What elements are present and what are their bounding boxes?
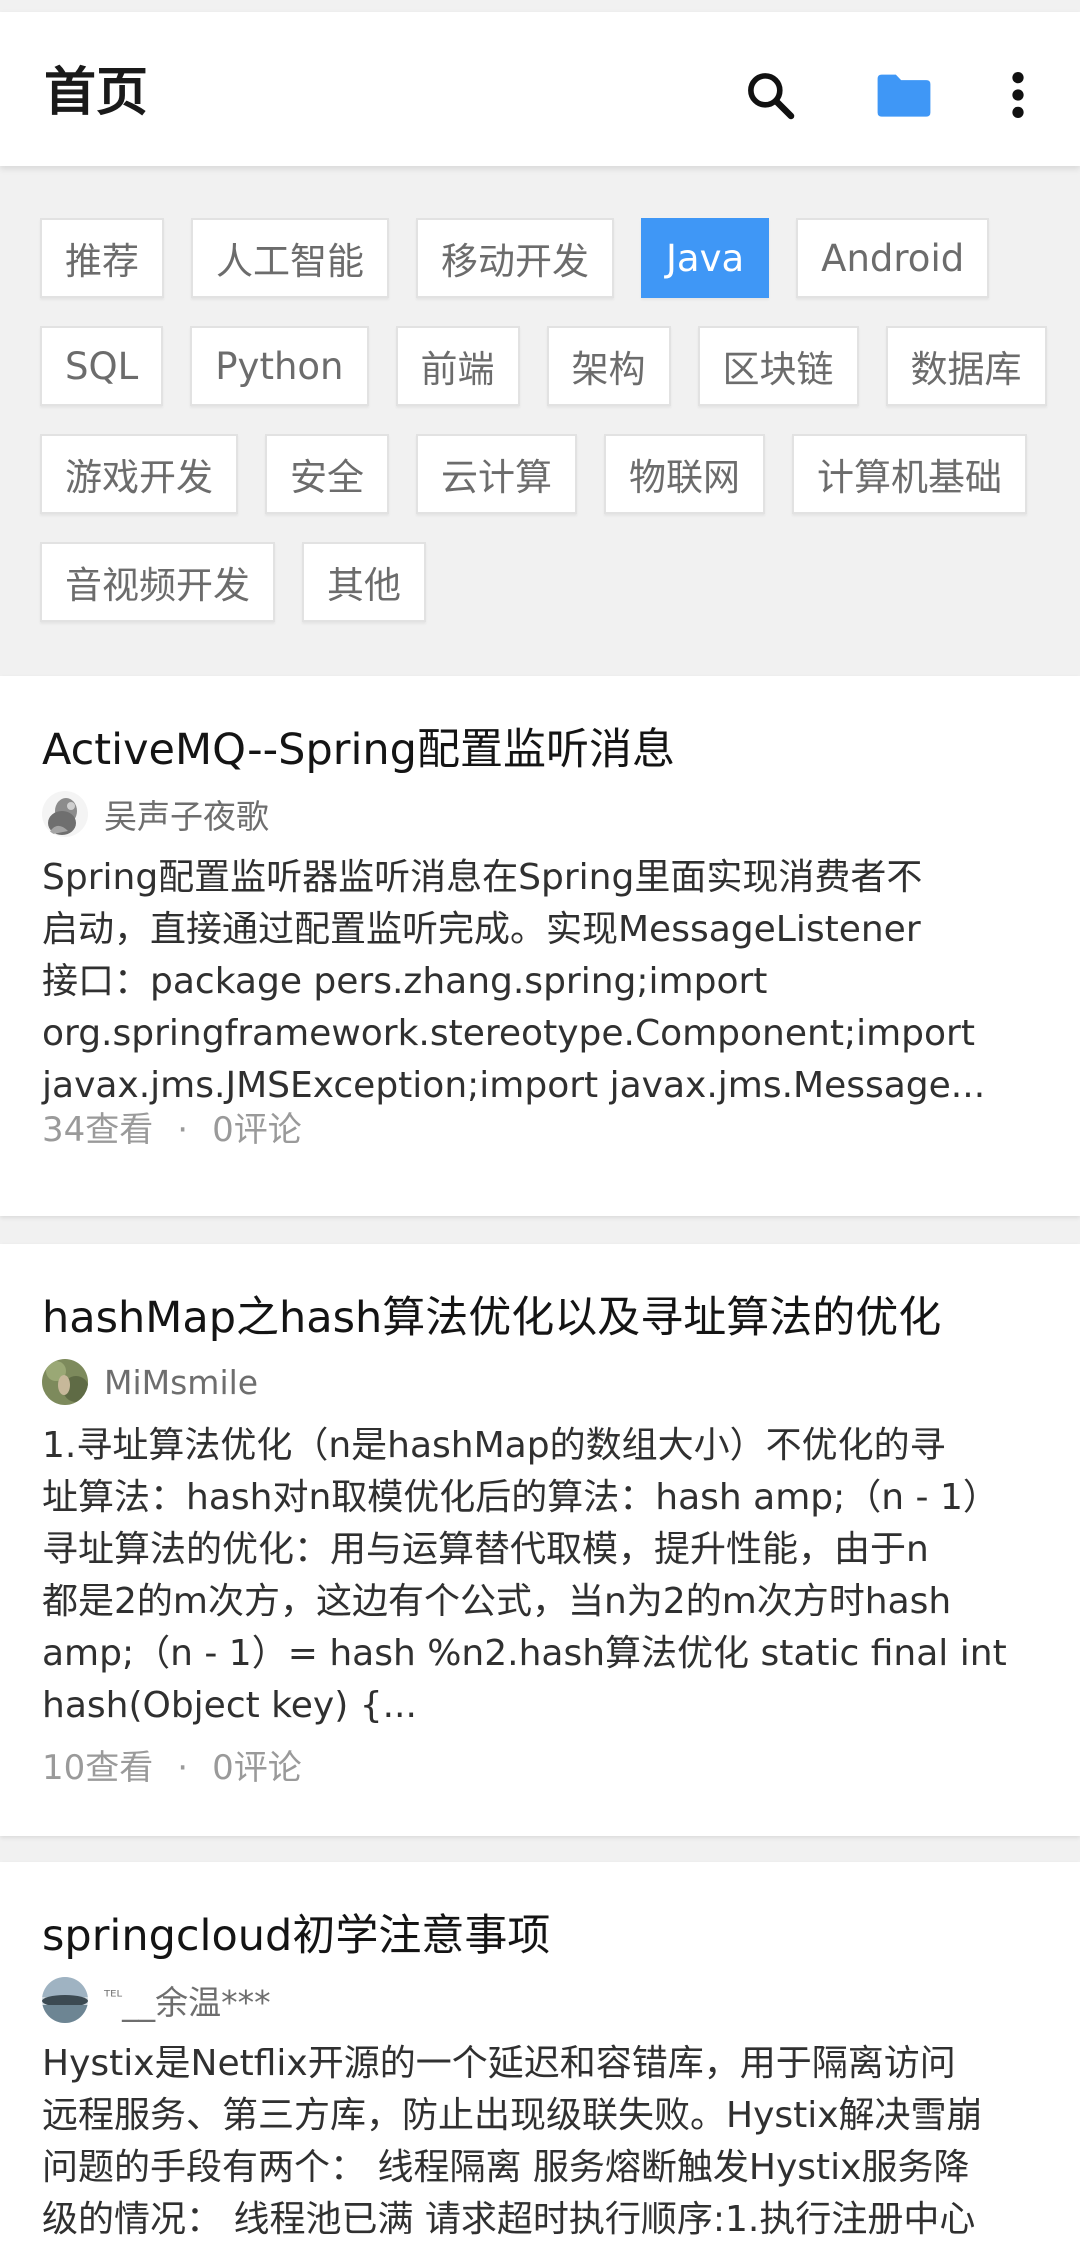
summary-line: amp;（n - 1）= hash %n2.hash算法优化 static fi… xyxy=(42,1633,1007,1674)
article-title[interactable]: springcloud初学注意事项 xyxy=(42,1908,550,1964)
article-summary: Spring配置监听器监听消息在Spring里面实现消费者不 启动，直接通过配置… xyxy=(42,852,1042,1112)
meta-separator: · xyxy=(177,1748,189,1788)
comment-count: 0评论 xyxy=(212,1110,302,1150)
tag-chip[interactable]: 安全 xyxy=(265,434,389,514)
article-meta: 34查看 · 0评论 xyxy=(42,1108,302,1152)
tag-chip[interactable]: 区块链 xyxy=(697,326,859,406)
summary-line: 远程服务、第三方库，防止出现级联失败。Hystix解决雪崩 xyxy=(42,2095,983,2136)
article-summary: Hystix是Netflix开源的一个延迟和容错库，用于隔离访问 远程服务、第三… xyxy=(42,2038,1042,2246)
tag-chip[interactable]: 物联网 xyxy=(604,434,765,514)
summary-line: 寻址算法的优化：用与运算替代取模，提升性能，由于n xyxy=(42,1529,929,1570)
article-author[interactable]: MiMsmile xyxy=(42,1358,258,1406)
page-title: 首页 xyxy=(44,63,149,123)
search-icon[interactable] xyxy=(730,55,810,135)
tag-chip-selected[interactable]: Java xyxy=(641,218,770,298)
tag-chip[interactable]: Android xyxy=(796,218,990,298)
tag-chip[interactable]: 架构 xyxy=(546,326,671,406)
tag-chip[interactable]: SQL xyxy=(40,326,164,406)
view-count: 10查看 xyxy=(42,1748,154,1788)
tag-chip[interactable]: 云计算 xyxy=(416,434,577,514)
summary-line: Spring配置监听器监听消息在Spring里面实现消费者不 xyxy=(42,857,923,898)
article-author[interactable]: 吴声子夜歌 xyxy=(42,790,269,838)
tag-chip[interactable]: 其他 xyxy=(302,542,426,622)
article-title[interactable]: hashMap之hash算法优化以及寻址算法的优化 xyxy=(42,1290,941,1346)
view-count: 34查看 xyxy=(42,1110,154,1150)
avatar xyxy=(42,1359,88,1405)
article-card[interactable]: hashMap之hash算法优化以及寻址算法的优化 MiMsmile 1.寻址算… xyxy=(0,1244,1080,1836)
comment-count: 0评论 xyxy=(212,1748,302,1788)
tag-chip[interactable]: 人工智能 xyxy=(191,218,389,298)
avatar xyxy=(42,791,88,837)
author-name: ᵀᴱᴸ__余温*** xyxy=(104,1976,271,2024)
tag-chip[interactable]: 计算机基础 xyxy=(792,434,1027,514)
author-handle: __余温*** xyxy=(122,1983,271,2022)
article-author[interactable]: ᵀᴱᴸ__余温*** xyxy=(42,1976,271,2024)
tag-chip[interactable]: 推荐 xyxy=(40,218,164,298)
article-card[interactable]: springcloud初学注意事项 ᵀᴱᴸ__余温*** Hystix是Netf… xyxy=(0,1862,1080,2256)
summary-line: 级的情况： 线程池已满 请求超时执行顺序:1.执行注册中心 xyxy=(42,2199,976,2240)
app-root: 首页 推荐 人工智能 移动开发 Java Android SQL Python … xyxy=(0,0,1080,2256)
tag-chip[interactable]: 前端 xyxy=(395,326,520,406)
author-name: 吴声子夜歌 xyxy=(104,797,269,836)
summary-line: org.springframework.stereotype.Component… xyxy=(42,1013,975,1054)
tag-chip[interactable]: 游戏开发 xyxy=(40,434,238,514)
category-tag-list: 推荐 人工智能 移动开发 Java Android SQL Python 前端 … xyxy=(40,218,1050,622)
summary-line: 址算法：hash对n取模优化后的算法：hash amp;（n - 1） xyxy=(42,1477,999,1518)
article-meta: 10查看 · 0评论 xyxy=(42,1746,302,1790)
meta-separator: · xyxy=(177,1110,189,1150)
summary-line: hash(Object key) {... xyxy=(42,1685,417,1726)
summary-line: javax.jms.JMSException;import javax.jms.… xyxy=(42,1065,986,1106)
folder-icon[interactable] xyxy=(864,55,944,135)
article-summary: 1.寻址算法优化（n是hashMap的数组大小）不优化的寻 址算法：hash对n… xyxy=(42,1420,1042,1732)
top-app-bar: 首页 xyxy=(0,12,1080,166)
summary-line: 问题的手段有两个： 线程隔离 服务熔断触发Hystix服务降 xyxy=(42,2147,970,2188)
avatar xyxy=(42,1977,88,2023)
tag-chip[interactable]: 数据库 xyxy=(885,326,1047,406)
tag-chip[interactable]: 音视频开发 xyxy=(40,542,275,622)
tag-chip[interactable]: 移动开发 xyxy=(416,218,614,298)
author-name: MiMsmile xyxy=(104,1362,259,1402)
tag-chip[interactable]: Python xyxy=(190,326,369,406)
summary-line: 接口：package pers.zhang.spring;import xyxy=(42,961,768,1002)
summary-line: 都是2的m次方，这边有个公式，当n为2的m次方时hash xyxy=(42,1581,952,1622)
summary-line: 启动，直接通过配置监听完成。实现MessageListener xyxy=(42,909,921,950)
article-card[interactable]: ActiveMQ--Spring配置监听消息 吴声子夜歌 Spring配置监听器… xyxy=(0,676,1080,1216)
more-vert-icon[interactable] xyxy=(978,55,1058,135)
author-prefix: ᵀᴱᴸ xyxy=(104,1987,123,2006)
summary-line: Hystix是Netflix开源的一个延迟和容错库，用于隔离访问 xyxy=(42,2043,956,2084)
summary-line: 1.寻址算法优化（n是hashMap的数组大小）不优化的寻 xyxy=(42,1425,946,1466)
article-title[interactable]: ActiveMQ--Spring配置监听消息 xyxy=(42,722,675,778)
